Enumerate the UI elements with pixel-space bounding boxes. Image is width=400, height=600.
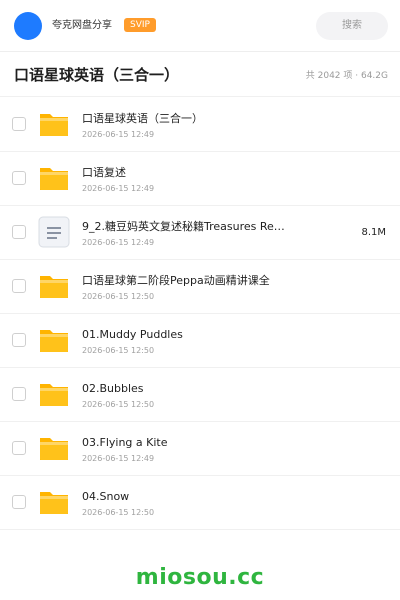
item-date: 2026-06-15 12:49: [82, 184, 155, 193]
watermark-text: miosou.cc: [135, 565, 265, 590]
item-name: 9_2.糖豆妈英文复述秘籍Treasures Re…: [82, 220, 285, 233]
item-name: 口语星球英语（三合一）: [82, 112, 203, 125]
folder-meta: 共 2042 项 · 64.2G: [305, 71, 388, 81]
item-name: 03.Flying a Kite: [82, 436, 168, 449]
checkbox[interactable]: [12, 117, 26, 131]
list-item[interactable]: 口语星球英语（三合一） 2026-06-15 12:49: [0, 98, 400, 152]
checkbox[interactable]: [12, 441, 26, 455]
file-list: 口语星球英语（三合一） 2026-06-15 12:49 口语复述 2026-06-1…: [0, 98, 400, 530]
folder-icon: [38, 378, 70, 410]
search-button[interactable]: 搜索: [316, 12, 388, 40]
folder-icon: [38, 432, 70, 464]
list-item[interactable]: 9_2.糖豆妈英文复述秘籍Treasures Re… 2026-06-15 12:…: [0, 206, 400, 260]
item-date: 2026-06-15 12:50: [82, 346, 155, 355]
item-date: 2026-06-15 12:50: [82, 400, 155, 409]
folder-icon: [38, 324, 70, 356]
document-icon: [38, 216, 70, 248]
page-title: 口语星球英语（三合一）: [14, 66, 180, 84]
item-date: 2026-06-15 12:49: [82, 238, 155, 247]
checkbox[interactable]: [12, 495, 26, 509]
folder-icon: [38, 270, 70, 302]
list-item[interactable]: 03.Flying a Kite 2026-06-15 12:49: [0, 422, 400, 476]
checkbox[interactable]: [12, 333, 26, 347]
folder-header: 口语星球英语（三合一） 共 2042 项 · 64.2G: [0, 53, 400, 97]
item-date: 2026-06-15 12:49: [82, 454, 155, 463]
folder-icon: [38, 486, 70, 518]
item-name: 01.Muddy Puddles: [82, 328, 183, 341]
checkbox[interactable]: [12, 387, 26, 401]
user-name[interactable]: 夸克网盘分享: [52, 19, 112, 33]
top-bar: 夸克网盘分享 SVIP 搜索: [0, 0, 400, 52]
checkbox[interactable]: [12, 225, 26, 239]
item-name: 02.Bubbles: [82, 382, 144, 395]
folder-icon: [38, 162, 70, 194]
item-date: 2026-06-15 12:50: [82, 508, 155, 517]
list-item[interactable]: 02.Bubbles 2026-06-15 12:50: [0, 368, 400, 422]
avatar[interactable]: [14, 12, 42, 40]
item-date: 2026-06-15 12:50: [82, 292, 155, 301]
list-item[interactable]: 01.Muddy Puddles 2026-06-15 12:50: [0, 314, 400, 368]
list-item[interactable]: 口语复述 2026-06-15 12:49: [0, 152, 400, 206]
folder-icon: [38, 108, 70, 140]
list-item[interactable]: 04.Snow 2026-06-15 12:50: [0, 476, 400, 530]
item-name: 口语星球第二阶段Peppa动画精讲课全: [82, 274, 270, 287]
vip-badge: SVIP: [124, 18, 156, 32]
item-date: 2026-06-15 12:49: [82, 130, 155, 139]
list-item[interactable]: 口语星球第二阶段Peppa动画精讲课全 2026-06-15 12:50: [0, 260, 400, 314]
checkbox[interactable]: [12, 279, 26, 293]
item-name: 口语复述: [82, 166, 126, 179]
item-name: 04.Snow: [82, 490, 130, 503]
checkbox[interactable]: [12, 171, 26, 185]
item-size: 8.1M: [361, 227, 386, 238]
